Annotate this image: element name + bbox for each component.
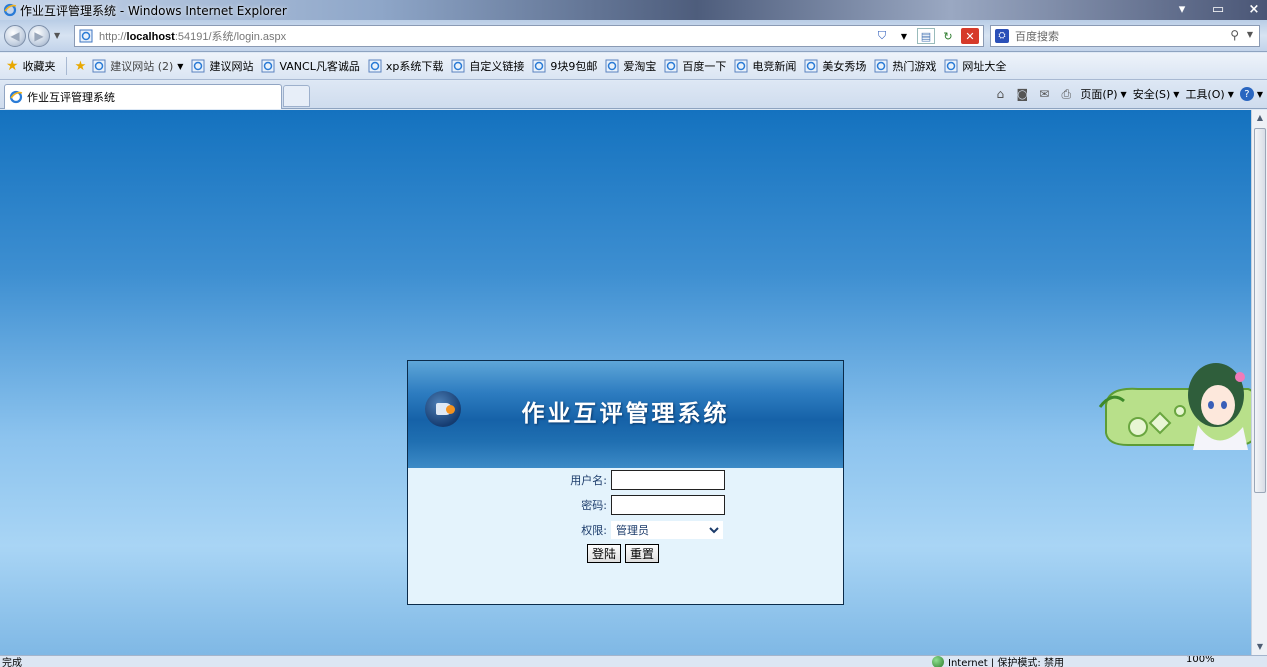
stop-icon[interactable]: ✕: [961, 28, 979, 44]
ie-page-icon: [451, 59, 465, 73]
ie-page-icon: [261, 59, 275, 73]
search-options-icon[interactable]: ▼: [1247, 30, 1253, 39]
new-tab-button[interactable]: [283, 85, 310, 107]
login-header: 作业互评管理系统: [408, 361, 843, 468]
search-input[interactable]: 百度搜索: [1015, 28, 1059, 44]
vertical-scrollbar[interactable]: ▲ ▼: [1251, 110, 1267, 655]
recent-pages-dropdown[interactable]: ▼: [54, 31, 64, 40]
login-title: 作业互评管理系统: [521, 400, 730, 427]
login-button[interactable]: 登陆: [587, 544, 622, 563]
ie-page-icon: [874, 59, 888, 73]
fav-link[interactable]: xp系统下载: [368, 58, 443, 74]
scrollbar-thumb[interactable]: [1254, 128, 1266, 493]
scroll-down-arrow-icon[interactable]: ▼: [1252, 639, 1267, 655]
fav-link[interactable]: 热门游戏: [874, 58, 936, 74]
ie-page-icon: [191, 59, 205, 73]
fav-link[interactable]: 建议网站: [191, 58, 253, 74]
fav-link[interactable]: 自定义链接: [451, 58, 524, 74]
ie-logo-icon: [9, 90, 23, 104]
fav-link[interactable]: 美女秀场: [804, 58, 866, 74]
forward-button[interactable]: ▶: [28, 25, 50, 47]
ie-logo-icon: [3, 3, 17, 17]
password-input[interactable]: [611, 495, 725, 515]
baidu-icon: ⛭: [995, 29, 1009, 43]
add-favorite-icon[interactable]: ★: [75, 59, 87, 74]
back-button[interactable]: ◀: [4, 25, 26, 47]
tools-menu[interactable]: 工具(O) ▼: [1185, 86, 1233, 102]
help-icon: ?: [1239, 87, 1254, 101]
compatibility-view-icon[interactable]: ▤: [917, 28, 935, 44]
fav-link[interactable]: 网址大全: [944, 58, 1006, 74]
tab-row: 作业互评管理系统 ⌂ ◙ ✉ ⎙ 页面(P) ▼ 安全(S) ▼ 工具(O) ▼ ? ▼: [0, 81, 1267, 109]
fav-link[interactable]: 9块9包邮: [532, 58, 597, 74]
refresh-icon[interactable]: ↻: [939, 28, 957, 44]
home-icon[interactable]: ⌂: [992, 86, 1008, 102]
print-icon[interactable]: ⎙: [1058, 86, 1074, 102]
help-menu[interactable]: ? ▼: [1239, 87, 1263, 101]
fav-link[interactable]: 电竞新闻: [734, 58, 796, 74]
safety-menu[interactable]: 安全(S) ▼: [1133, 86, 1180, 102]
tab-label: 作业互评管理系统: [27, 91, 115, 104]
page-icon: [79, 29, 93, 43]
scroll-up-arrow-icon[interactable]: ▲: [1252, 110, 1267, 126]
fav-link[interactable]: 爱淘宝: [605, 58, 656, 74]
dropdown-caret-icon: ▼: [177, 61, 184, 71]
address-bar[interactable]: http://localhost:54191/系统/login.aspx ⛉ ▼…: [74, 25, 984, 47]
favorites-bar: ★ 收藏夹 ★ 建议网站 (2) ▼ 建议网站 VANCL凡客诚品 xp系统下载…: [0, 53, 1267, 80]
username-label: 用户名:: [570, 474, 607, 487]
ie-page-icon: [664, 59, 678, 73]
rss-feed-icon[interactable]: ◙: [1014, 86, 1030, 102]
ie-page-icon: [92, 59, 106, 73]
security-shield-icon[interactable]: ⛉: [873, 28, 891, 44]
login-form: 用户名: 密码: 权限: 管理员 登陆 重置: [408, 468, 843, 604]
ie-page-icon: [532, 59, 546, 73]
password-label: 密码:: [581, 499, 607, 512]
close-button[interactable]: ×: [1247, 2, 1261, 17]
suggested-sites-dropdown[interactable]: 建议网站 (2) ▼: [92, 58, 183, 74]
security-zone[interactable]: Internet | 保护模式: 禁用: [932, 656, 1064, 667]
command-bar: ⌂ ◙ ✉ ⎙ 页面(P) ▼ 安全(S) ▼ 工具(O) ▼ ? ▼: [992, 86, 1263, 102]
address-dropdown-icon[interactable]: ▼: [895, 28, 913, 44]
globe-icon: [932, 656, 944, 667]
username-input[interactable]: [611, 470, 725, 490]
tab-active[interactable]: 作业互评管理系统: [4, 84, 282, 109]
maximize-button[interactable]: ▭: [1211, 2, 1225, 17]
ie-page-icon: [944, 59, 958, 73]
navigation-bar: ◀ ▶ ▼ http://localhost:54191/系统/login.as…: [0, 20, 1267, 52]
ie-page-icon: [605, 59, 619, 73]
login-panel: 作业互评管理系统 用户名: 密码: 权限: 管理员 登陆 重置: [407, 360, 844, 605]
status-bar: 完成 Internet | 保护模式: 禁用 100%: [0, 655, 1267, 667]
page-content: 作业互评管理系统 用户名: 密码: 权限: 管理员 登陆 重置: [0, 110, 1251, 655]
ie-page-icon: [804, 59, 818, 73]
favorites-button[interactable]: ★ 收藏夹: [6, 58, 56, 74]
divider: [65, 57, 67, 75]
role-select[interactable]: 管理员: [611, 521, 723, 539]
status-text: 完成: [2, 658, 22, 667]
reset-button[interactable]: 重置: [625, 544, 660, 563]
star-icon: ★: [6, 58, 19, 74]
url-text: http://localhost:54191/系统/login.aspx: [99, 31, 287, 43]
ie-page-icon: [734, 59, 748, 73]
mail-icon[interactable]: ✉: [1036, 86, 1052, 102]
mascot-widget-icon[interactable]: [1098, 355, 1251, 455]
fav-link[interactable]: VANCL凡客诚品: [261, 58, 360, 74]
minimize-button[interactable]: ▾: [1175, 2, 1189, 17]
search-box[interactable]: ⛭ 百度搜索 ⚲ ▼: [990, 25, 1260, 47]
role-label: 权限:: [581, 524, 607, 537]
fav-link[interactable]: 百度一下: [664, 58, 726, 74]
zoom-level[interactable]: 100%: [1186, 656, 1215, 665]
ie-page-icon: [368, 59, 382, 73]
window-title: 作业互评管理系统 - Windows Internet Explorer: [20, 3, 287, 18]
page-menu[interactable]: 页面(P) ▼: [1080, 86, 1126, 102]
window-title-bar: 作业互评管理系统 - Windows Internet Explorer ▾ ▭…: [0, 0, 1267, 20]
search-icon[interactable]: ⚲: [1230, 28, 1239, 42]
